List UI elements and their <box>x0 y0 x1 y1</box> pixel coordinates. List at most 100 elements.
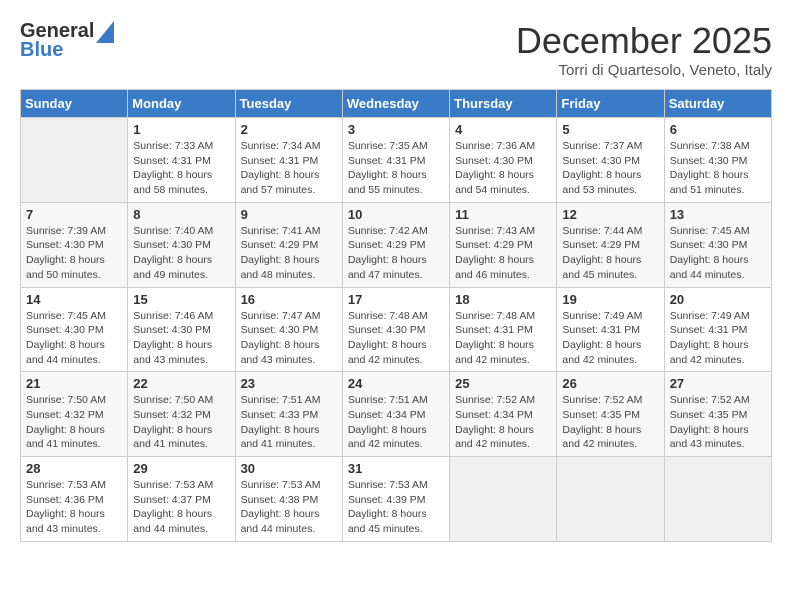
cell-info: Sunrise: 7:52 AM Sunset: 4:35 PM Dayligh… <box>562 393 658 452</box>
calendar-cell: 18Sunrise: 7:48 AM Sunset: 4:31 PM Dayli… <box>450 287 557 372</box>
calendar-cell: 20 Sunrise: 7:49 AM Sunset: 4:31 PM Dayli… <box>664 287 771 372</box>
day-number: 4 <box>455 122 551 137</box>
day-number: 24 <box>348 376 444 391</box>
col-header-sunday: Sunday <box>21 90 128 118</box>
day-number: 21 <box>26 376 122 391</box>
cell-info: Sunrise: 7:40 AM Sunset: 4:30 PM Dayligh… <box>133 224 229 283</box>
day-number: 30 <box>241 461 337 476</box>
day-number: 13 <box>670 207 766 222</box>
calendar-cell: 21 Sunrise: 7:50 AM Sunset: 4:32 PM Dayli… <box>21 372 128 457</box>
logo-arrow-icon <box>96 21 114 43</box>
calendar-cell: 3 Sunrise: 7:35 AM Sunset: 4:31 PM Daylig… <box>342 118 449 203</box>
calendar-cell <box>450 457 557 542</box>
cell-info: Sunrise: 7:35 AM Sunset: 4:31 PM Dayligh… <box>348 139 444 198</box>
cell-info: Sunrise: 7:46 AM Sunset: 4:30 PM Dayligh… <box>133 309 229 368</box>
calendar-cell <box>557 457 664 542</box>
calendar-cell: 11 Sunrise: 7:43 AM Sunset: 4:29 PM Dayli… <box>450 202 557 287</box>
calendar-cell: 8 Sunrise: 7:40 AM Sunset: 4:30 PM Daylig… <box>128 202 235 287</box>
col-header-monday: Monday <box>128 90 235 118</box>
day-number: 23 <box>241 376 337 391</box>
col-header-thursday: Thursday <box>450 90 557 118</box>
week-row-5: 28Sunrise: 7:53 AM Sunset: 4:36 PM Dayli… <box>21 457 772 542</box>
calendar-cell: 28Sunrise: 7:53 AM Sunset: 4:36 PM Dayli… <box>21 457 128 542</box>
calendar-cell: 14Sunrise: 7:45 AM Sunset: 4:30 PM Dayli… <box>21 287 128 372</box>
day-number: 2 <box>241 122 337 137</box>
calendar-cell: 31 Sunrise: 7:53 AM Sunset: 4:39 PM Dayli… <box>342 457 449 542</box>
cell-info: Sunrise: 7:45 AM Sunset: 4:30 PM Dayligh… <box>670 224 766 283</box>
calendar-cell: 15 Sunrise: 7:46 AM Sunset: 4:30 PM Dayli… <box>128 287 235 372</box>
day-number: 25 <box>455 376 551 391</box>
week-row-4: 21 Sunrise: 7:50 AM Sunset: 4:32 PM Dayli… <box>21 372 772 457</box>
day-number: 19 <box>562 292 658 307</box>
calendar-cell: 7Sunrise: 7:39 AM Sunset: 4:30 PM Daylig… <box>21 202 128 287</box>
cell-info: Sunrise: 7:43 AM Sunset: 4:29 PM Dayligh… <box>455 224 551 283</box>
calendar-cell <box>21 118 128 203</box>
calendar-cell: 22 Sunrise: 7:50 AM Sunset: 4:32 PM Dayli… <box>128 372 235 457</box>
cell-info: Sunrise: 7:47 AM Sunset: 4:30 PM Dayligh… <box>241 309 337 368</box>
calendar-cell: 10 Sunrise: 7:42 AM Sunset: 4:29 PM Dayli… <box>342 202 449 287</box>
day-number: 3 <box>348 122 444 137</box>
cell-info: Sunrise: 7:48 AM Sunset: 4:30 PM Dayligh… <box>348 309 444 368</box>
calendar-cell: 24 Sunrise: 7:51 AM Sunset: 4:34 PM Dayli… <box>342 372 449 457</box>
calendar-cell: 4 Sunrise: 7:36 AM Sunset: 4:30 PM Daylig… <box>450 118 557 203</box>
header-row: SundayMondayTuesdayWednesdayThursdayFrid… <box>21 90 772 118</box>
day-number: 27 <box>670 376 766 391</box>
day-number: 31 <box>348 461 444 476</box>
cell-info: Sunrise: 7:41 AM Sunset: 4:29 PM Dayligh… <box>241 224 337 283</box>
calendar-cell: 19 Sunrise: 7:49 AM Sunset: 4:31 PM Dayli… <box>557 287 664 372</box>
calendar-cell <box>664 457 771 542</box>
cell-info: Sunrise: 7:53 AM Sunset: 4:39 PM Dayligh… <box>348 478 444 537</box>
day-number: 11 <box>455 207 551 222</box>
day-number: 22 <box>133 376 229 391</box>
cell-info: Sunrise: 7:44 AM Sunset: 4:29 PM Dayligh… <box>562 224 658 283</box>
day-number: 16 <box>241 292 337 307</box>
calendar-cell: 17 Sunrise: 7:48 AM Sunset: 4:30 PM Dayli… <box>342 287 449 372</box>
location-title: Torri di Quartesolo, Veneto, Italy <box>516 62 772 79</box>
calendar-cell: 6Sunrise: 7:38 AM Sunset: 4:30 PM Daylig… <box>664 118 771 203</box>
cell-info: Sunrise: 7:52 AM Sunset: 4:35 PM Dayligh… <box>670 393 766 452</box>
col-header-saturday: Saturday <box>664 90 771 118</box>
calendar-cell: 25Sunrise: 7:52 AM Sunset: 4:34 PM Dayli… <box>450 372 557 457</box>
calendar-cell: 23 Sunrise: 7:51 AM Sunset: 4:33 PM Dayli… <box>235 372 342 457</box>
col-header-wednesday: Wednesday <box>342 90 449 118</box>
cell-info: Sunrise: 7:53 AM Sunset: 4:36 PM Dayligh… <box>26 478 122 537</box>
cell-info: Sunrise: 7:50 AM Sunset: 4:32 PM Dayligh… <box>26 393 122 452</box>
cell-info: Sunrise: 7:42 AM Sunset: 4:29 PM Dayligh… <box>348 224 444 283</box>
day-number: 14 <box>26 292 122 307</box>
day-number: 17 <box>348 292 444 307</box>
day-number: 8 <box>133 207 229 222</box>
col-header-tuesday: Tuesday <box>235 90 342 118</box>
logo: General Blue <box>20 20 114 62</box>
day-number: 12 <box>562 207 658 222</box>
cell-info: Sunrise: 7:51 AM Sunset: 4:34 PM Dayligh… <box>348 393 444 452</box>
logo-blue: Blue <box>20 39 63 62</box>
calendar-cell: 13 Sunrise: 7:45 AM Sunset: 4:30 PM Dayli… <box>664 202 771 287</box>
day-number: 1 <box>133 122 229 137</box>
cell-info: Sunrise: 7:34 AM Sunset: 4:31 PM Dayligh… <box>241 139 337 198</box>
month-title: December 2025 <box>516 20 772 62</box>
cell-info: Sunrise: 7:53 AM Sunset: 4:38 PM Dayligh… <box>241 478 337 537</box>
day-number: 29 <box>133 461 229 476</box>
calendar-cell: 5 Sunrise: 7:37 AM Sunset: 4:30 PM Daylig… <box>557 118 664 203</box>
day-number: 15 <box>133 292 229 307</box>
cell-info: Sunrise: 7:49 AM Sunset: 4:31 PM Dayligh… <box>670 309 766 368</box>
week-row-1: 1 Sunrise: 7:33 AM Sunset: 4:31 PM Daylig… <box>21 118 772 203</box>
cell-info: Sunrise: 7:49 AM Sunset: 4:31 PM Dayligh… <box>562 309 658 368</box>
day-number: 10 <box>348 207 444 222</box>
week-row-3: 14Sunrise: 7:45 AM Sunset: 4:30 PM Dayli… <box>21 287 772 372</box>
day-number: 26 <box>562 376 658 391</box>
calendar-cell: 29 Sunrise: 7:53 AM Sunset: 4:37 PM Dayli… <box>128 457 235 542</box>
cell-info: Sunrise: 7:37 AM Sunset: 4:30 PM Dayligh… <box>562 139 658 198</box>
cell-info: Sunrise: 7:51 AM Sunset: 4:33 PM Dayligh… <box>241 393 337 452</box>
day-number: 5 <box>562 122 658 137</box>
calendar-cell: 2 Sunrise: 7:34 AM Sunset: 4:31 PM Daylig… <box>235 118 342 203</box>
cell-info: Sunrise: 7:36 AM Sunset: 4:30 PM Dayligh… <box>455 139 551 198</box>
cell-info: Sunrise: 7:33 AM Sunset: 4:31 PM Dayligh… <box>133 139 229 198</box>
cell-info: Sunrise: 7:53 AM Sunset: 4:37 PM Dayligh… <box>133 478 229 537</box>
cell-info: Sunrise: 7:50 AM Sunset: 4:32 PM Dayligh… <box>133 393 229 452</box>
day-number: 7 <box>26 207 122 222</box>
cell-info: Sunrise: 7:38 AM Sunset: 4:30 PM Dayligh… <box>670 139 766 198</box>
calendar-cell: 30 Sunrise: 7:53 AM Sunset: 4:38 PM Dayli… <box>235 457 342 542</box>
calendar-cell: 12 Sunrise: 7:44 AM Sunset: 4:29 PM Dayli… <box>557 202 664 287</box>
day-number: 20 <box>670 292 766 307</box>
